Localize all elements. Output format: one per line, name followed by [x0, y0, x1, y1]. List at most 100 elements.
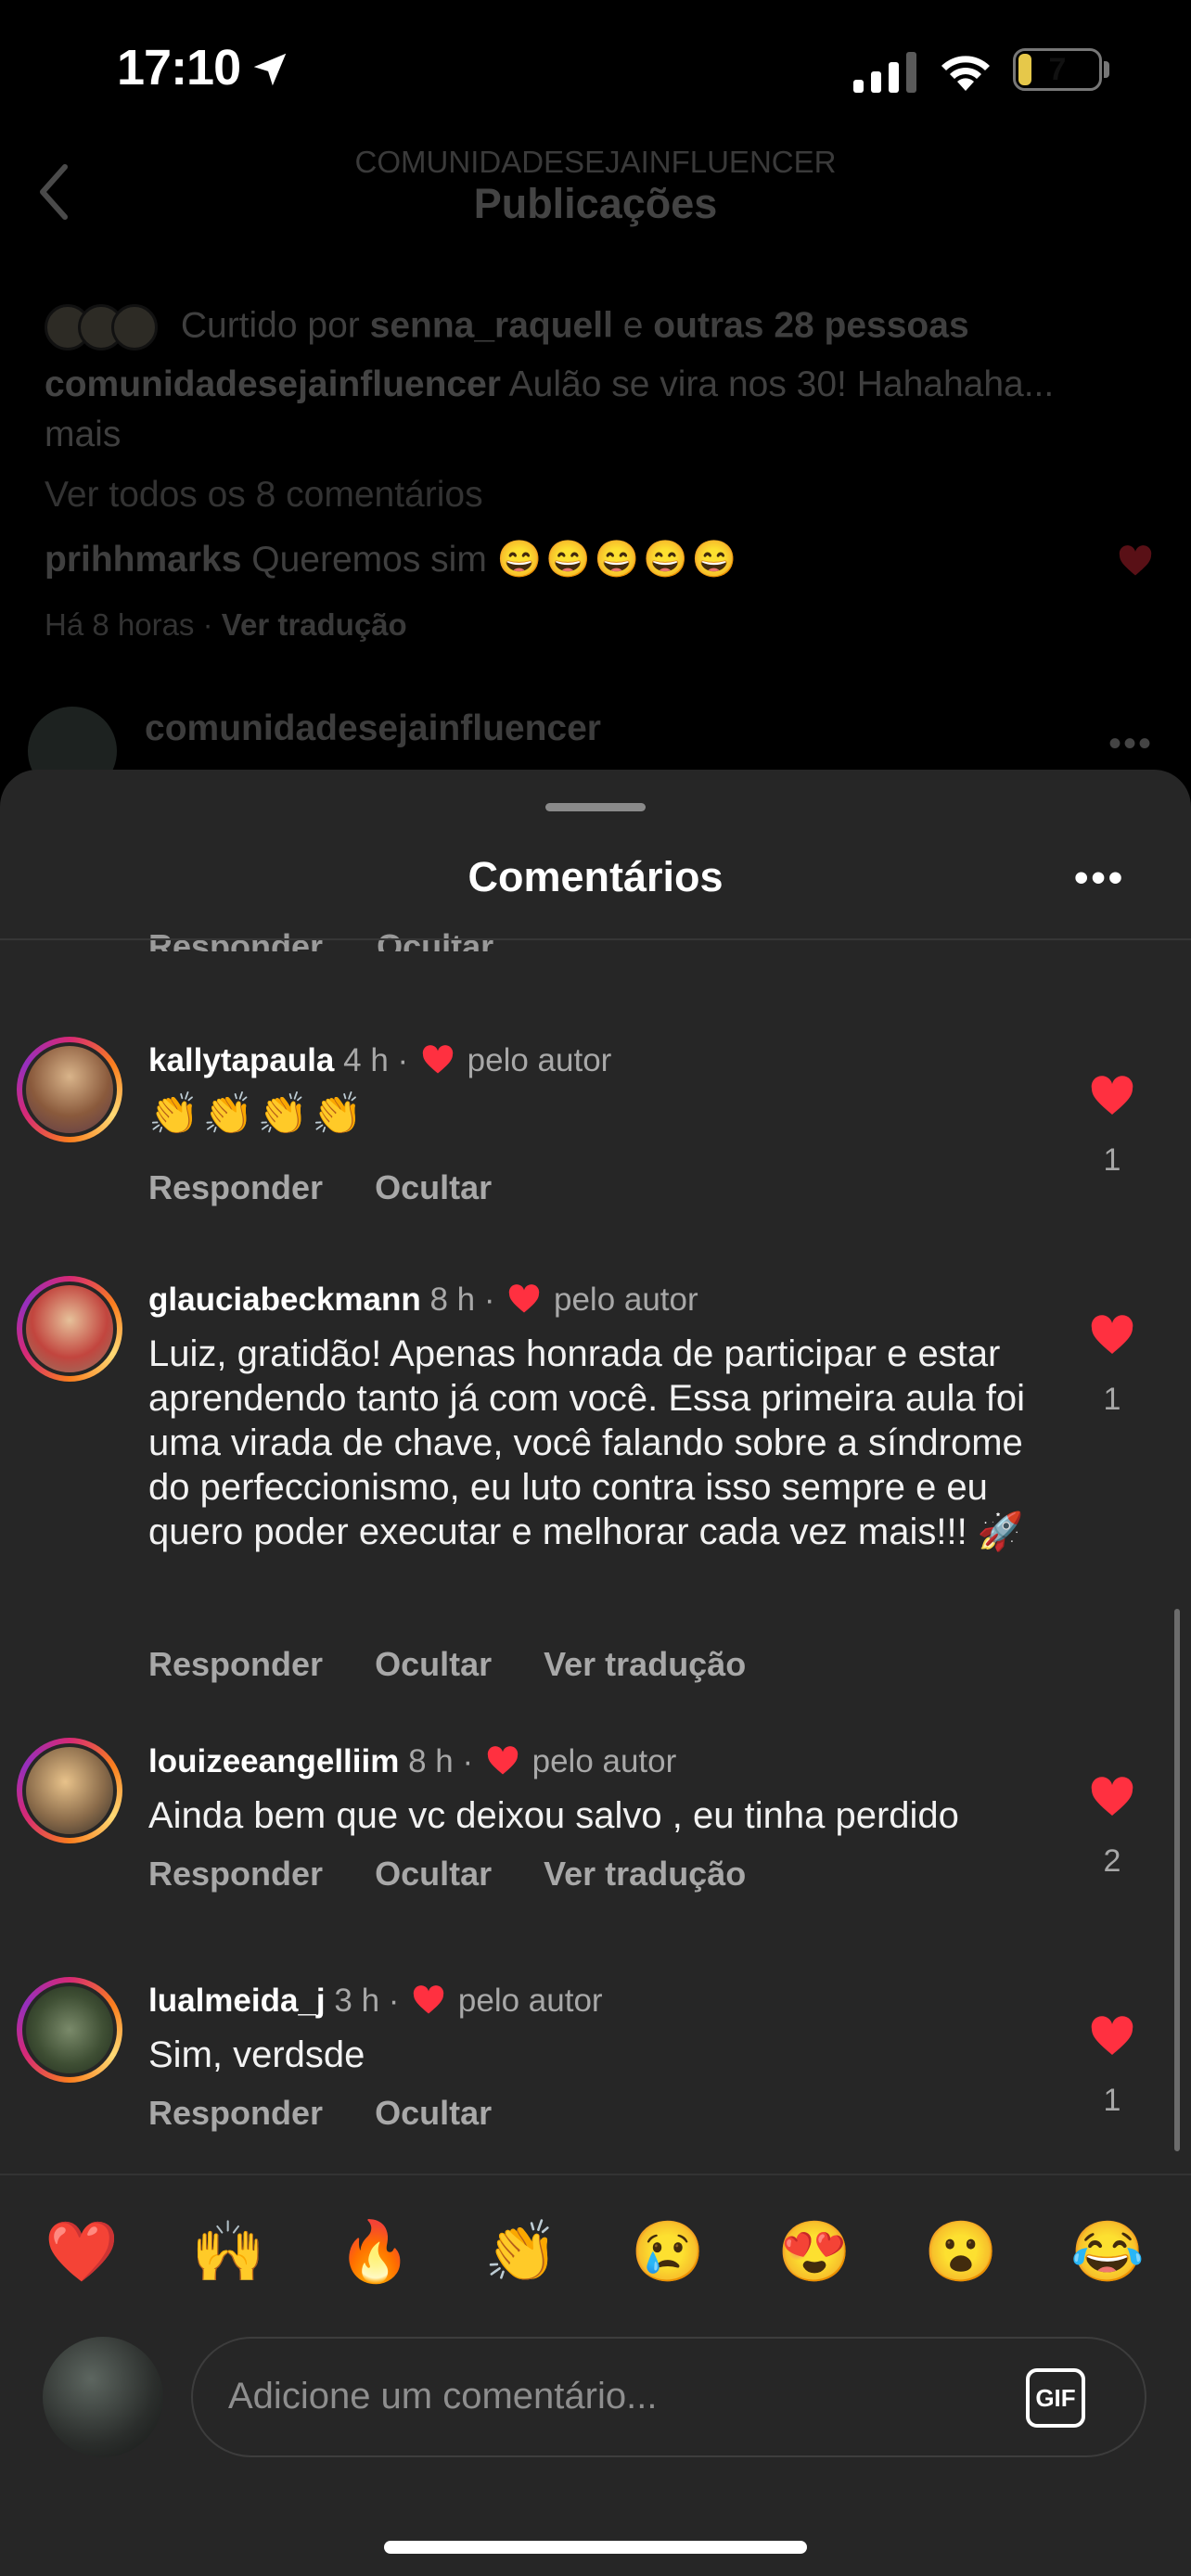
battery-level: 7	[1048, 52, 1067, 87]
like-count: 2	[1103, 1843, 1121, 1879]
reply-button[interactable]: Responder	[148, 2094, 323, 2132]
sheet-title: Comentários	[467, 853, 724, 900]
heart-icon[interactable]	[1118, 545, 1153, 577]
post-header: COMUNIDADESEJAINFLUENCER Publicações	[0, 139, 1191, 250]
sheet-more-options-icon[interactable]: •••	[1074, 855, 1125, 901]
liked-user[interactable]: senna_raquell	[370, 305, 613, 345]
comment-username[interactable]: lualmeida_j	[148, 1983, 326, 2019]
see-translation-link[interactable]: Ver tradução	[222, 607, 407, 642]
background-post: COMUNIDADESEJAINFLUENCER Publicações Cur…	[0, 139, 1191, 796]
liked-others[interactable]: outras 28 pessoas	[653, 305, 968, 345]
reply-button[interactable]: Responder	[148, 1168, 323, 1206]
like-count: 1	[1103, 1382, 1121, 1417]
comment-time: 8 h	[408, 1743, 454, 1779]
liked-by-author-heart-icon	[413, 1985, 444, 2014]
reaction-clapping[interactable]: 👏	[484, 2214, 558, 2289]
separator: ·	[397, 1042, 409, 1078]
header-account-name: COMUNIDADESEJAINFLUENCER	[354, 145, 837, 179]
separator: ·	[388, 1983, 400, 2019]
location-arrow-icon	[253, 53, 287, 86]
caption-more-link[interactable]: mais	[45, 414, 121, 454]
liked-prefix: Curtido por	[180, 305, 360, 346]
like-count: 1	[1103, 1142, 1121, 1178]
comment-username[interactable]: kallytapaula	[148, 1042, 334, 1078]
status-time: 17:10	[117, 40, 241, 96]
comment-text: Sim, verdsde	[148, 2034, 365, 2075]
see-translation-button[interactable]: Ver tradução	[544, 1855, 746, 1893]
comment-header: lualmeida_j 3 h · pelo autor	[148, 1983, 603, 2020]
liked-by-author-heart-icon	[509, 1284, 540, 1313]
comment-text: Ainda bem que vc deixou salvo , eu tinha…	[148, 1795, 959, 1836]
like-heart-icon[interactable]	[1089, 2016, 1135, 2057]
status-bar: 17:10 7	[0, 0, 1191, 139]
reaction-fire[interactable]: 🔥	[338, 2214, 412, 2289]
liked-by-author-label: pelo autor	[531, 1743, 677, 1779]
comment-actions: Responder Ocultar	[148, 2094, 534, 2133]
hide-button[interactable]: Ocultar	[375, 1645, 492, 1683]
comment-actions: Responder Ocultar Ver tradução	[148, 1645, 788, 1684]
gif-button[interactable]: GIF	[1026, 2368, 1085, 2428]
header-title: Publicações	[473, 180, 718, 227]
comment-time: 3 h	[334, 1983, 380, 2019]
avatar[interactable]	[17, 1738, 122, 1843]
hide-button[interactable]: Ocultar	[375, 2094, 492, 2132]
comments-sheet: Comentários ••• Responder Ocultar kallyt…	[0, 770, 1191, 2576]
reaction-surprised[interactable]: 😮	[924, 2214, 998, 2289]
avatar[interactable]	[17, 1977, 122, 2083]
comment-input-placeholder: Adicione um comentário...	[228, 2376, 658, 2417]
reply-button[interactable]: Responder	[148, 1645, 323, 1683]
reaction-red-heart[interactable]: ❤️	[45, 2214, 119, 2289]
comment-username[interactable]: louizeeangelliim	[148, 1743, 399, 1779]
like-heart-icon[interactable]	[1089, 1076, 1135, 1116]
meta-separator: ·	[202, 607, 213, 642]
avatar[interactable]	[17, 1037, 122, 1142]
comment-time: 4 h	[343, 1042, 389, 1078]
scrollbar[interactable]	[1174, 1609, 1180, 2151]
liked-by-author-label: pelo autor	[553, 1282, 698, 1318]
liked-by-author-label: pelo autor	[457, 1983, 603, 2019]
separator: ·	[483, 1282, 495, 1318]
more-options-icon[interactable]: •••	[1108, 723, 1153, 765]
liked-by-author-heart-icon	[422, 1045, 454, 1074]
like-count: 1	[1103, 2083, 1121, 2118]
like-heart-icon[interactable]	[1089, 1777, 1135, 1817]
battery-cap	[1104, 61, 1109, 78]
comment-header: glauciabeckmann 8 h · pelo autor	[148, 1282, 698, 1319]
reaction-raised-hands[interactable]: 🙌	[191, 2214, 265, 2289]
comment-input[interactable]: Adicione um comentário... GIF	[191, 2337, 1146, 2457]
liked-and: e	[622, 305, 644, 346]
reaction-crying[interactable]: 😢	[631, 2214, 705, 2289]
caption-user[interactable]: comunidadesejainfluencer	[45, 364, 501, 404]
reply-button[interactable]: Responder	[148, 1855, 323, 1893]
like-heart-icon[interactable]	[1089, 1315, 1135, 1356]
liked-by[interactable]: Curtido por senna_raquell e outras 28 pe…	[45, 304, 969, 351]
avatar[interactable]	[17, 1276, 122, 1382]
liked-by-author-label: pelo autor	[467, 1042, 612, 1078]
top-comment-emojis: 😄😄😄😄😄	[496, 540, 741, 580]
reaction-laughing[interactable]: 😂	[1070, 2214, 1145, 2289]
comment-actions: Responder Ocultar	[148, 1168, 534, 1207]
comment-username[interactable]: glauciabeckmann	[148, 1282, 421, 1318]
comment-actions: Responder Ocultar Ver tradução	[148, 1855, 788, 1894]
comment-text: 👏👏👏👏	[148, 1091, 367, 1137]
next-post-user[interactable]: comunidadesejainfluencer	[145, 708, 601, 749]
view-all-comments-link[interactable]: Ver todos os 8 comentários	[45, 475, 483, 516]
comment-header: kallytapaula 4 h · pelo autor	[148, 1042, 611, 1079]
wifi-icon	[941, 56, 990, 91]
liked-by-author-heart-icon	[487, 1746, 519, 1775]
see-translation-button[interactable]: Ver tradução	[544, 1645, 746, 1683]
cellular-signal-icon	[853, 52, 916, 93]
top-comment-user[interactable]: prihhmarks	[45, 540, 241, 580]
home-indicator[interactable]	[384, 2541, 807, 2554]
hide-button[interactable]: Ocultar	[375, 1855, 492, 1893]
comment-header: louizeeangelliim 8 h · pelo autor	[148, 1743, 676, 1780]
sheet-divider	[0, 938, 1191, 940]
comment-time: 8 h	[429, 1282, 476, 1318]
battery-icon: 7	[1013, 48, 1102, 91]
sheet-grabber[interactable]	[545, 803, 646, 811]
reaction-heart-eyes[interactable]: 😍	[777, 2214, 852, 2289]
reactions-divider	[0, 2174, 1191, 2175]
hide-button[interactable]: Ocultar	[375, 1168, 492, 1206]
separator: ·	[462, 1743, 474, 1779]
top-comment-meta: Há 8 horas · Ver tradução	[45, 607, 407, 643]
